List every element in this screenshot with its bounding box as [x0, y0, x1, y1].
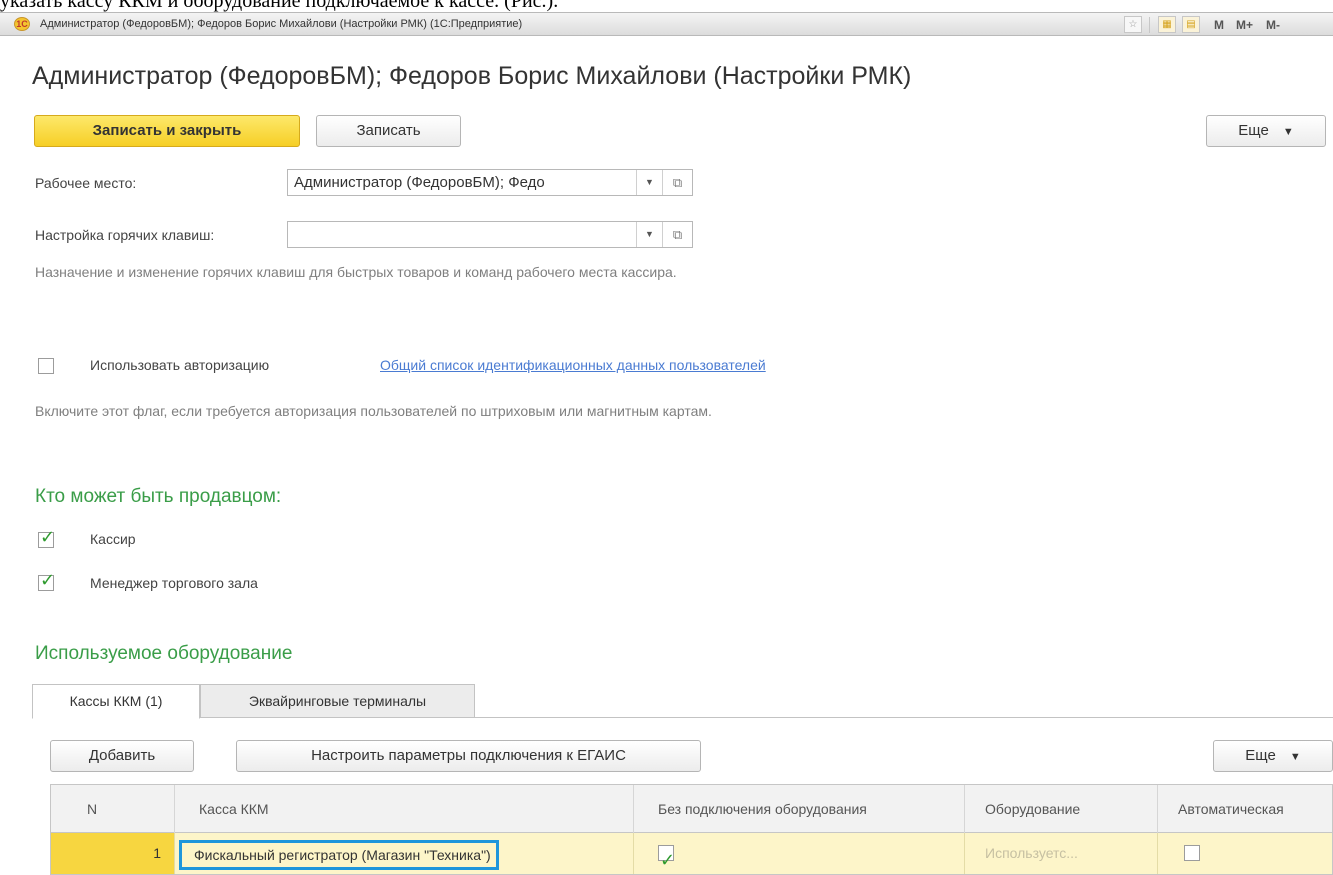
configure-egais-button[interactable]: Настроить параметры подключения к ЕГАИС	[236, 740, 701, 772]
column-header-no-equipment[interactable]: Без подключения оборудования	[634, 785, 965, 833]
open-form-icon[interactable]: ⧉	[662, 222, 692, 247]
identification-data-link[interactable]: Общий список идентификационных данных по…	[380, 357, 766, 373]
checkmark-icon: ✓	[40, 570, 56, 590]
column-header-equipment[interactable]: Оборудование	[965, 785, 1158, 833]
calendar-icon[interactable]: ▤	[1182, 16, 1200, 33]
workplace-field[interactable]: Администратор (ФедоровБМ); Федо ▼ ⧉	[287, 169, 693, 196]
workplace-value: Администратор (ФедоровБМ); Федо	[294, 174, 545, 191]
chevron-down-icon[interactable]: ▼	[636, 222, 662, 247]
equipment-cell[interactable]: Используетс...	[965, 833, 1158, 874]
dropdown-arrow-icon: ▼	[1282, 126, 1294, 138]
tab-panel-border	[475, 717, 1333, 718]
column-header-n[interactable]: N	[51, 785, 175, 833]
add-button[interactable]: Добавить	[50, 740, 194, 772]
table-row[interactable]: 1 Фискальный регистратор (Магазин "Техни…	[51, 833, 1332, 874]
save-button[interactable]: Записать	[316, 115, 461, 147]
more-button[interactable]: Еще ▼	[1206, 115, 1326, 147]
checkmark-icon: ✓	[660, 850, 676, 870]
automatic-checkbox[interactable]	[1184, 845, 1200, 861]
use-authorization-label: Использовать авторизацию	[90, 357, 270, 373]
save-and-close-button[interactable]: Записать и закрыть	[34, 115, 300, 147]
cashier-label: Кассир	[90, 531, 136, 547]
open-form-icon[interactable]: ⧉	[662, 170, 692, 195]
document-text-above: указать кассу ККМ и оборудование подключ…	[0, 0, 559, 12]
dropdown-arrow-icon: ▼	[1289, 751, 1301, 763]
no-equipment-cell[interactable]: ✓	[634, 833, 965, 874]
chevron-down-icon[interactable]: ▼	[636, 170, 662, 195]
floor-manager-checkbox[interactable]: ✓	[38, 570, 55, 591]
more-button-label: Еще	[1238, 122, 1269, 139]
column-header-kassa[interactable]: Касса ККМ	[175, 785, 634, 833]
cashier-checkbox[interactable]: ✓	[38, 527, 55, 548]
kassa-value[interactable]: Фискальный регистратор (Магазин "Техника…	[179, 840, 499, 870]
sellers-section-title: Кто может быть продавцом:	[35, 486, 282, 507]
floor-manager-label: Менеджер торгового зала	[90, 575, 258, 591]
calculator-icon[interactable]: ▦	[1158, 16, 1176, 33]
hotkeys-label: Настройка горячих клавиш:	[35, 227, 215, 243]
1c-app-icon[interactable]: 1C	[14, 17, 30, 31]
authorization-hint: Включите этот флаг, если требуется автор…	[35, 403, 712, 419]
kkm-table: N Касса ККМ Без подключения оборудования…	[50, 784, 1333, 875]
table-more-button-label: Еще	[1245, 747, 1276, 764]
hotkeys-hint: Назначение и изменение горячих клавиш дл…	[35, 264, 677, 280]
automatic-cell[interactable]	[1158, 833, 1332, 874]
tab-acquiring-terminals[interactable]: Эквайринговые терминалы	[200, 684, 475, 718]
kassa-cell[interactable]: Фискальный регистратор (Магазин "Техника…	[175, 833, 634, 874]
memory-m-plus-button[interactable]: M+	[1236, 18, 1253, 32]
use-authorization-checkbox[interactable]	[38, 358, 54, 374]
workplace-label: Рабочее место:	[35, 175, 137, 191]
titlebar-separator	[1149, 17, 1150, 33]
row-number: 1	[51, 833, 175, 874]
favorites-star-icon[interactable]: ☆	[1124, 16, 1142, 33]
tab-kkm-registers[interactable]: Кассы ККМ (1)	[32, 684, 200, 719]
no-equipment-checkbox[interactable]: ✓	[658, 845, 675, 870]
window-titlebar: 1C Администратор (ФедоровБМ); Федоров Бо…	[0, 12, 1333, 36]
equipment-section-title: Используемое оборудование	[35, 643, 293, 664]
memory-m-minus-button[interactable]: M-	[1266, 18, 1280, 32]
hotkeys-field[interactable]: ▼ ⧉	[287, 221, 693, 248]
memory-m-button[interactable]: M	[1214, 18, 1224, 32]
form-title: Администратор (ФедоровБМ); Федоров Борис…	[32, 62, 912, 90]
checkmark-icon: ✓	[40, 527, 56, 547]
table-more-button[interactable]: Еще ▼	[1213, 740, 1333, 772]
table-header: N Касса ККМ Без подключения оборудования…	[51, 785, 1332, 833]
window-title: Администратор (ФедоровБМ); Федоров Борис…	[40, 18, 523, 30]
column-header-automatic[interactable]: Автоматическая	[1158, 785, 1332, 833]
